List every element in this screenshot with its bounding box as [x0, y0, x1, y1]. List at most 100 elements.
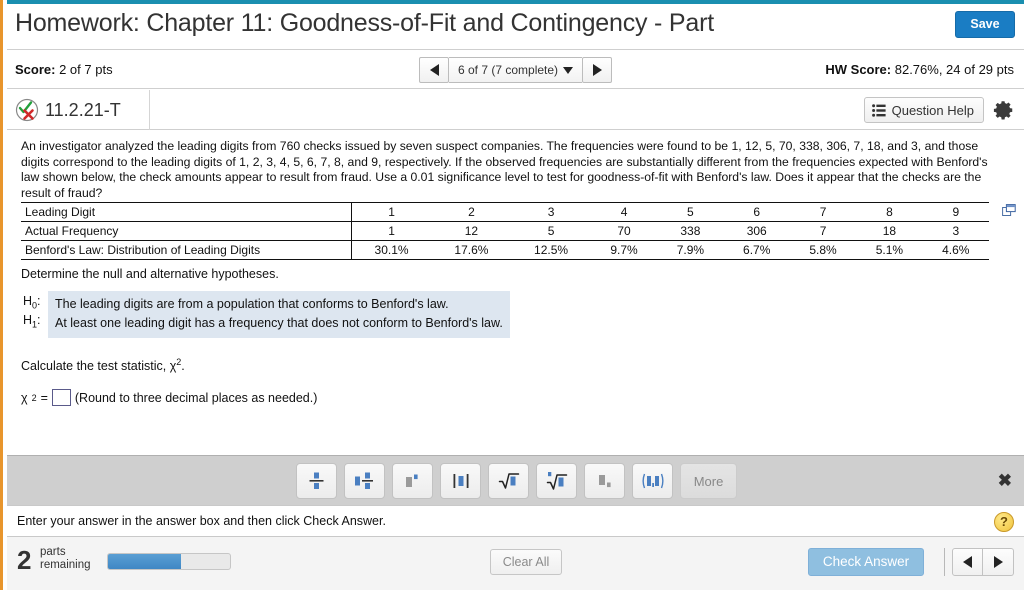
hw-score-display: HW Score: 82.76%, 24 of 29 pts [825, 62, 1014, 77]
cell: 30.1% [351, 240, 432, 260]
footer-prev-button[interactable] [952, 548, 983, 576]
chevron-down-icon [563, 66, 574, 74]
more-button[interactable]: More [680, 463, 737, 499]
progress-bar [107, 553, 231, 570]
row-label: Leading Digit [21, 202, 352, 222]
interval-button[interactable] [632, 463, 673, 499]
nth-root-button[interactable] [536, 463, 577, 499]
cell: 338 [657, 221, 724, 241]
hw-score-label: HW Score: [825, 62, 892, 77]
cell: 9.7% [590, 240, 658, 260]
triangle-left-icon [963, 556, 972, 568]
h1-label: H1: [23, 313, 41, 330]
parts-remaining-label: parts remaining [40, 546, 91, 571]
cell: 5.1% [856, 240, 923, 260]
question-id-label: 11.2.21-T [45, 99, 121, 120]
row-label: Benford's Law: Distribution of Leading D… [21, 240, 352, 260]
exponent-button[interactable] [392, 463, 433, 499]
cell: 18 [856, 221, 923, 241]
page-title: Homework: Chapter 11: Goodness-of-Fit an… [15, 9, 714, 37]
cell: 5 [511, 221, 591, 241]
math-palette-toolbar: More ✖ [7, 455, 1024, 505]
answer-input[interactable] [51, 389, 71, 406]
cell: 70 [590, 221, 658, 241]
parts-word-line1: parts [40, 546, 66, 558]
answer-chi-symbol: χ [21, 390, 28, 405]
hw-score-value: 82.76%, 24 of 29 pts [894, 62, 1014, 77]
left-gutter [3, 0, 7, 590]
cell: 4.6% [922, 240, 989, 260]
save-button[interactable]: Save [955, 11, 1015, 38]
square-root-button[interactable] [488, 463, 529, 499]
nth-root-icon [546, 471, 567, 490]
question-prompt: An investigator analyzed the leading dig… [21, 139, 988, 200]
question-selector-dropdown[interactable]: 6 of 7 (7 complete) [449, 57, 583, 83]
hypotheses-box: The leading digits are from a population… [48, 291, 510, 338]
cell: 5.8% [789, 240, 857, 260]
calc-suffix: . [181, 359, 185, 374]
parts-word-line2: remaining [40, 558, 91, 571]
cell: 1 [351, 202, 432, 222]
table-row: Benford's Law: Distribution of Leading D… [21, 240, 989, 260]
next-question-button[interactable] [582, 57, 613, 83]
cell: 3 [922, 221, 989, 241]
progress-bar-fill [108, 554, 182, 569]
cell: 5 [657, 202, 724, 222]
cell: 9 [922, 202, 989, 222]
table-row: Leading Digit 1 2 3 4 5 6 7 8 9 [21, 202, 989, 222]
clear-all-button[interactable]: Clear All [490, 549, 562, 575]
mixed-fraction-button[interactable] [344, 463, 385, 499]
answer-hint: (Round to three decimal places as needed… [74, 390, 318, 405]
fraction-button[interactable] [296, 463, 337, 499]
cell: 1 [351, 221, 432, 241]
benford-data-table: Leading Digit 1 2 3 4 5 6 7 8 9 Actual F… [21, 202, 989, 260]
parts-remaining-count: 2 [17, 545, 32, 575]
prev-question-button[interactable] [419, 57, 449, 83]
header-bar: Homework: Chapter 11: Goodness-of-Fit an… [7, 4, 1024, 50]
gear-icon[interactable] [993, 99, 1015, 121]
cell: 6 [723, 202, 790, 222]
footer-next-button[interactable] [983, 548, 1014, 576]
h0-subscript: 0 [32, 300, 38, 311]
cell: 7.9% [657, 240, 724, 260]
calc-prefix: Calculate the test statistic, [21, 359, 170, 374]
row-label: Actual Frequency [21, 221, 352, 241]
calculate-statistic-text: Calculate the test statistic, χ2. [21, 357, 185, 373]
triangle-left-icon [429, 64, 439, 76]
left-accent-strip [0, 0, 3, 590]
fraction-icon [309, 472, 324, 489]
check-x-circle-icon [15, 98, 39, 122]
interval-icon [641, 473, 664, 489]
close-icon[interactable]: ✖ [998, 472, 1012, 489]
square-root-icon [498, 473, 519, 489]
copy-to-spreadsheet-icon[interactable] [1002, 204, 1016, 217]
score-display: Score: 2 of 7 pts [15, 62, 113, 77]
question-body: An investigator analyzed the leading dig… [7, 131, 1024, 455]
score-bar: Score: 2 of 7 pts 6 of 7 (7 complete) HW… [7, 51, 1024, 89]
mathxl-homework-window: Homework: Chapter 11: Goodness-of-Fit an… [0, 0, 1024, 590]
triangle-right-icon [592, 64, 602, 76]
answer-row: χ2 = (Round to three decimal places as n… [21, 389, 317, 406]
score-value: 2 of 7 pts [59, 62, 113, 77]
math-palette-buttons: More [296, 463, 737, 499]
question-mark-icon[interactable]: ? [994, 512, 1014, 532]
cell: 4 [590, 202, 658, 222]
instruction-text: Enter your answer in the answer box and … [17, 514, 386, 528]
check-answer-button[interactable]: Check Answer [808, 548, 924, 576]
triangle-right-icon [993, 556, 1003, 568]
list-icon [871, 103, 886, 117]
h0-statement: The leading digits are from a population… [55, 297, 449, 311]
determine-hypotheses-text: Determine the null and alternative hypot… [21, 267, 279, 281]
answer-chi-exponent: 2 [31, 392, 37, 403]
question-help-button[interactable]: Question Help [863, 97, 984, 123]
cell: 12.5% [511, 240, 591, 260]
footer-navigation [944, 548, 1014, 576]
absolute-value-button[interactable] [440, 463, 481, 499]
subscript-icon [598, 475, 611, 488]
question-id-bar: 11.2.21-T Question Help [7, 90, 1024, 130]
cell: 3 [511, 202, 591, 222]
h1-subscript: 1 [32, 319, 38, 330]
subscript-button[interactable] [584, 463, 625, 499]
cell: 12 [431, 221, 512, 241]
cell: 8 [856, 202, 923, 222]
